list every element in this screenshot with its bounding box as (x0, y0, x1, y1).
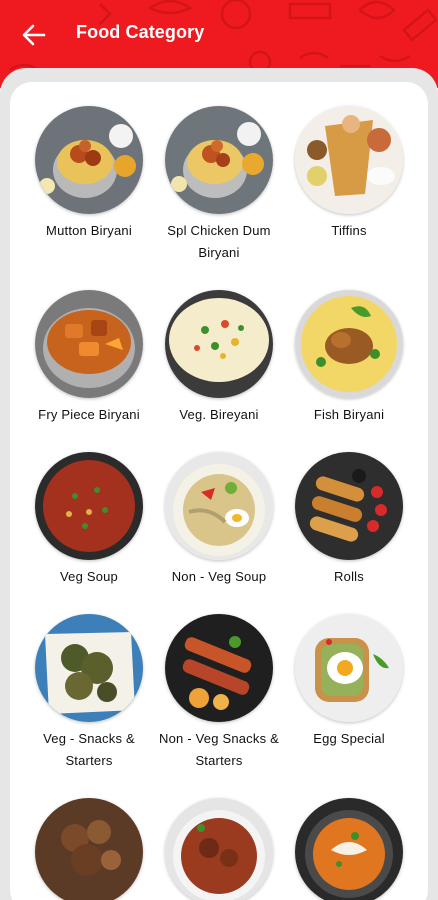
category-label: Veg - Snacks & Starters (43, 731, 135, 768)
mutton-curry-image (35, 798, 143, 900)
chicken-curry-image (165, 798, 273, 900)
category-item-veg-soup[interactable]: Veg Soup (24, 452, 154, 592)
category-item-curry-3[interactable] (284, 798, 414, 900)
category-item-non-veg-soup[interactable]: Non - Veg Soup (154, 452, 284, 592)
veg-soup-image (35, 452, 143, 560)
fish-biryani-image (295, 290, 403, 398)
category-label: Fry Piece Biryani (38, 407, 140, 422)
veg-biryani-image (165, 290, 273, 398)
non-veg-soup-image (165, 452, 273, 560)
rolls-image (295, 452, 403, 560)
category-label: Non - Veg Snacks & Starters (159, 731, 279, 768)
category-label: Egg Special (313, 731, 385, 746)
category-item-spl-chicken-dum-biryani[interactable]: Spl Chicken Dum Biryani (154, 106, 284, 266)
category-item-veg-biryani[interactable]: Veg. Bireyani (154, 290, 284, 430)
butter-curry-image (295, 798, 403, 900)
spl-chicken-dum-biryani-image (165, 106, 273, 214)
category-item-veg-snacks-starters[interactable]: Veg - Snacks & Starters (24, 614, 154, 778)
category-label: Mutton Biryani (46, 223, 132, 238)
category-item-rolls[interactable]: Rolls (284, 452, 414, 592)
category-item-mutton-biryani[interactable]: Mutton Biryani (24, 106, 154, 266)
category-label: Veg. Bireyani (179, 407, 259, 422)
category-label: Rolls (334, 569, 364, 584)
category-label: Spl Chicken Dum Biryani (167, 223, 271, 260)
fry-piece-biryani-image (35, 290, 143, 398)
mutton-biryani-image (35, 106, 143, 214)
category-label: Tiffins (331, 223, 367, 238)
category-item-egg-special[interactable]: Egg Special (284, 614, 414, 778)
category-label: Veg Soup (60, 569, 118, 584)
tiffins-image (295, 106, 403, 214)
category-item-curry-1[interactable] (24, 798, 154, 900)
category-grid: Mutton Biryani Spl Chicken Dum Biryani T… (0, 0, 438, 900)
category-label: Fish Biryani (313, 407, 385, 422)
egg-special-image (295, 614, 403, 722)
category-item-fish-biryani[interactable]: Fish Biryani (284, 290, 414, 430)
category-item-curry-2[interactable] (154, 798, 284, 900)
non-veg-snacks-image (165, 614, 273, 722)
category-item-fry-piece-biryani[interactable]: Fry Piece Biryani (24, 290, 154, 430)
category-item-tiffins[interactable]: Tiffins (284, 106, 414, 266)
category-item-non-veg-snacks-starters[interactable]: Non - Veg Snacks & Starters (154, 614, 284, 778)
category-label: Non - Veg Soup (171, 569, 267, 584)
veg-snacks-image (35, 614, 143, 722)
